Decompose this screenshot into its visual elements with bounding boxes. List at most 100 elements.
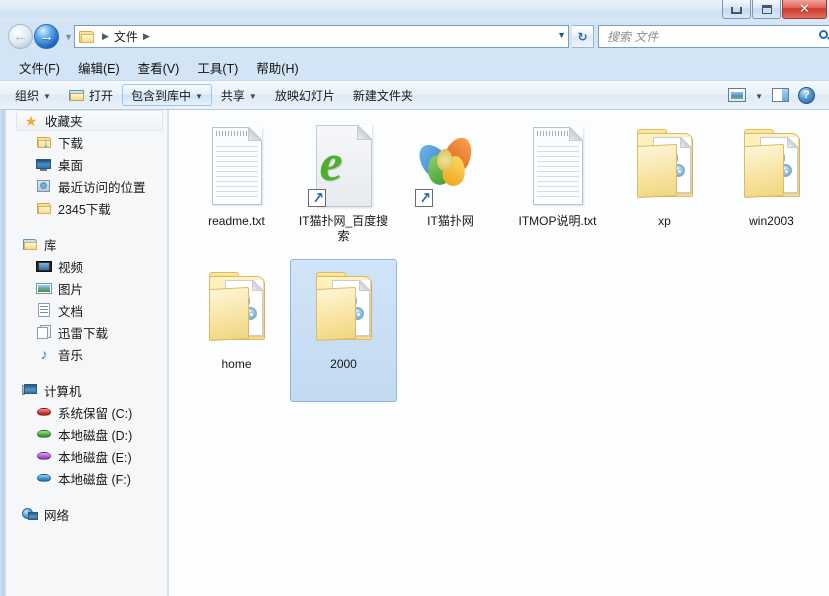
sidebar-item-label: 下载 xyxy=(58,136,84,151)
address-chevron-down-icon[interactable]: ▼ xyxy=(557,30,566,40)
text-file-icon xyxy=(201,123,273,211)
address-bar-row: ← → ▼ ▶ 文件 ▶ ▼ ↻ 搜索 文件 xyxy=(0,22,829,52)
refresh-icon: ↻ xyxy=(577,29,588,44)
sidebar-item-label: 视频 xyxy=(58,260,84,275)
chevron-down-icon: ▼ xyxy=(194,91,203,101)
sidebar-item-label: 本地磁盘 (F:) xyxy=(58,472,131,487)
icon-grid: readme.txt e ↗ IT猫扑网_百度搜索 ↗ IT猫扑网 ITMOP说… xyxy=(169,110,829,402)
sidebar-item-drive-e[interactable]: 本地磁盘 (E:) xyxy=(6,445,167,467)
sidebar-item-desktop[interactable]: 桌面 xyxy=(6,153,167,175)
file-label: IT猫扑网_百度搜索 xyxy=(298,214,389,243)
folder-item-selected[interactable]: 2000 xyxy=(290,259,397,402)
sidebar-group-computer[interactable]: 计算机 xyxy=(6,379,167,401)
new-folder-button[interactable]: 新建文件夹 xyxy=(344,84,422,106)
browser-shortcut-icon: e ↗ xyxy=(307,123,380,211)
folder-item[interactable]: home xyxy=(183,259,290,402)
navigation-buttons: ← → ▼ xyxy=(8,24,73,49)
menu-file[interactable]: 文件(F) xyxy=(10,56,69,79)
file-item[interactable]: ↗ IT猫扑网 xyxy=(397,116,504,259)
change-view-icon[interactable] xyxy=(728,87,747,103)
back-button[interactable]: ← xyxy=(8,24,33,49)
sidebar-group-label: 网络 xyxy=(44,508,70,523)
folder-label: home xyxy=(221,357,252,371)
sidebar-item-drive-c[interactable]: 系统保留 (C:) xyxy=(6,401,167,423)
network-icon xyxy=(22,506,38,522)
video-icon xyxy=(36,258,52,274)
file-item[interactable]: ITMOP说明.txt xyxy=(504,116,611,259)
organize-button[interactable]: 组织 ▼ xyxy=(6,84,60,106)
sidebar-item-label: 文档 xyxy=(58,304,84,319)
sidebar-item-music[interactable]: ♪ 音乐 xyxy=(6,343,167,365)
file-item[interactable]: e ↗ IT猫扑网_百度搜索 xyxy=(290,116,397,259)
shortcut-arrow-icon: ↗ xyxy=(414,189,433,208)
sidebar-item-recent-places[interactable]: 最近访问的位置 xyxy=(6,175,167,197)
menu-edit[interactable]: 编辑(E) xyxy=(69,56,129,79)
sidebar-item-label: 最近访问的位置 xyxy=(58,180,146,195)
file-list-pane[interactable]: readme.txt e ↗ IT猫扑网_百度搜索 ↗ IT猫扑网 ITMOP说… xyxy=(169,110,829,596)
drive-icon xyxy=(36,426,52,442)
title-bar: ✕ xyxy=(0,0,829,22)
breadcrumb-separator-icon[interactable]: ▶ xyxy=(138,31,155,42)
sidebar-group-network[interactable]: 网络 xyxy=(6,503,167,525)
minimize-button[interactable] xyxy=(722,0,751,19)
menu-bar: 文件(F) 编辑(E) 查看(V) 工具(T) 帮助(H) xyxy=(0,56,829,78)
sidebar-item-drive-f[interactable]: 本地磁盘 (F:) xyxy=(6,467,167,489)
sidebar-item-label: 桌面 xyxy=(58,158,84,173)
folder-icon xyxy=(36,200,52,216)
drive-icon xyxy=(36,470,52,486)
sidebar-item-label: 本地磁盘 (E:) xyxy=(58,450,132,465)
navigation-pane[interactable]: ★ 收藏夹 ↓ 下载 桌面 最近访问的位置 2345下载 库 视频 图片 文档 … xyxy=(6,110,168,596)
maximize-button[interactable] xyxy=(752,0,781,19)
sidebar-item-drive-d[interactable]: 本地磁盘 (D:) xyxy=(6,423,167,445)
chevron-down-icon: ▼ xyxy=(248,91,257,101)
include-in-library-button[interactable]: 包含到库中 ▼ xyxy=(121,84,212,106)
sidebar-item-downloads[interactable]: ↓ 下载 xyxy=(6,131,167,153)
folder-label: xp xyxy=(658,214,671,228)
close-icon: ✕ xyxy=(799,1,810,16)
menu-tools[interactable]: 工具(T) xyxy=(188,56,247,79)
share-label: 共享 xyxy=(220,88,245,103)
sidebar-group-favorites[interactable]: ★ 收藏夹 xyxy=(16,110,163,131)
recent-places-icon xyxy=(36,178,52,194)
folder-item[interactable]: win2003 xyxy=(718,116,825,259)
search-placeholder: 搜索 文件 xyxy=(607,30,659,44)
file-label: IT猫扑网 xyxy=(427,214,474,228)
address-bar[interactable]: ▶ 文件 ▶ ▼ xyxy=(74,25,569,48)
computer-icon xyxy=(22,382,38,398)
search-input[interactable]: 搜索 文件 xyxy=(598,25,829,48)
sidebar-item-2345-downloads[interactable]: 2345下载 xyxy=(6,197,167,219)
sidebar-item-pictures[interactable]: 图片 xyxy=(6,277,167,299)
recent-pages-chevron-down-icon[interactable]: ▼ xyxy=(64,32,73,42)
folder-item[interactable]: xp xyxy=(611,116,718,259)
minimize-icon xyxy=(731,7,742,14)
close-button[interactable]: ✕ xyxy=(782,0,827,19)
open-button[interactable]: 打开 xyxy=(60,84,122,106)
help-icon[interactable]: ? xyxy=(798,86,815,104)
file-item[interactable]: readme.txt xyxy=(183,116,290,259)
menu-help[interactable]: 帮助(H) xyxy=(247,56,307,79)
view-chevron-down-icon[interactable]: ▼ xyxy=(755,92,763,101)
sidebar-item-videos[interactable]: 视频 xyxy=(6,255,167,277)
folder-label: 2000 xyxy=(330,357,357,371)
forward-arrow-icon: → xyxy=(39,28,54,45)
toolbar-right-group: ▼ ? xyxy=(728,86,823,104)
open-label: 打开 xyxy=(88,88,113,103)
preview-pane-icon[interactable] xyxy=(772,87,789,103)
refresh-button[interactable]: ↻ xyxy=(572,25,594,48)
menu-view[interactable]: 查看(V) xyxy=(129,56,189,79)
explorer-window: ✕ ← → ▼ ▶ 文件 ▶ ▼ ↻ 搜索 文件 文件(F) 编辑(E) 查看(… xyxy=(0,0,829,596)
slideshow-button[interactable]: 放映幻灯片 xyxy=(266,84,344,106)
shortcut-arrow-icon: ↗ xyxy=(307,189,326,208)
sidebar-item-label: 本地磁盘 (D:) xyxy=(58,428,133,443)
sidebar-group-libraries[interactable]: 库 xyxy=(6,233,167,255)
sidebar-group-label: 库 xyxy=(44,238,57,253)
sidebar-item-documents[interactable]: 文档 xyxy=(6,299,167,321)
butterfly-shortcut-icon: ↗ xyxy=(412,123,487,211)
sidebar-item-thunder-download[interactable]: 迅雷下载 xyxy=(6,321,167,343)
share-button[interactable]: 共享 ▼ xyxy=(212,84,266,106)
chevron-down-icon: ▼ xyxy=(43,91,51,101)
star-icon: ★ xyxy=(24,112,38,129)
forward-button[interactable]: → xyxy=(34,24,59,49)
breadcrumb-item-files[interactable]: 文件 xyxy=(114,28,138,45)
